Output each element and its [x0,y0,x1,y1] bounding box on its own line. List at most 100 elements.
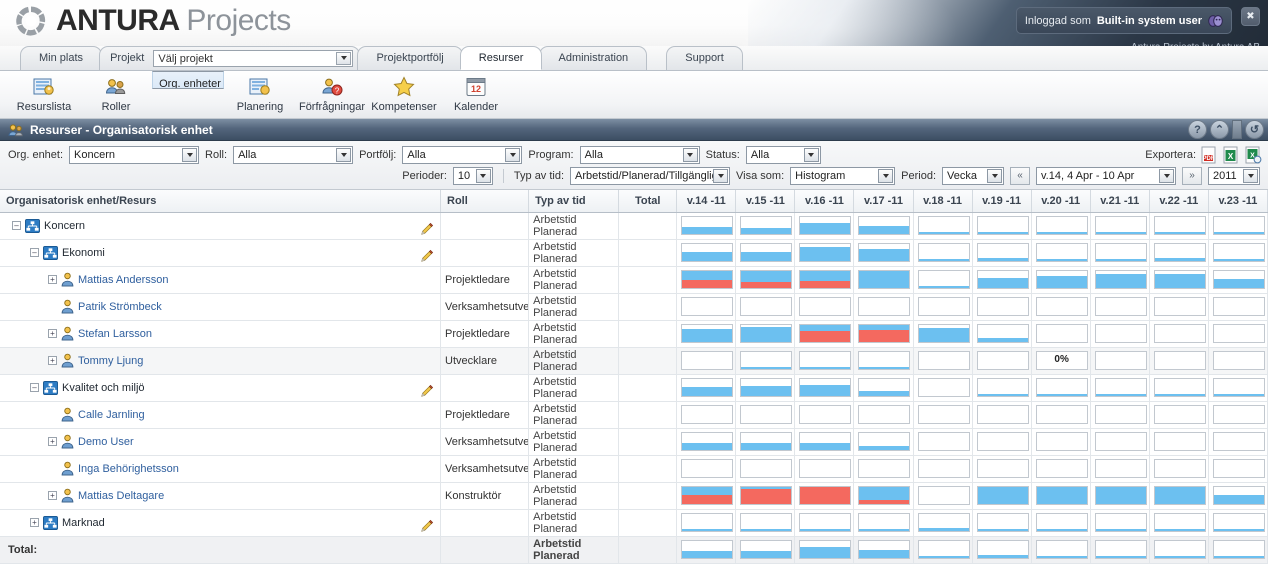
resource-link[interactable]: Tommy Ljung [78,355,143,367]
histogram-cell[interactable] [913,482,973,510]
chevron-down-icon[interactable] [1159,168,1174,183]
table-row[interactable]: – Koncern Arbetstid Planerad [0,212,1268,240]
edit-pencil-icon[interactable] [420,519,434,533]
toolbar-item-kompetenser[interactable]: Kompetenser [368,71,440,118]
histogram-cell[interactable] [1090,266,1150,294]
col-header-week-7[interactable]: v.21 -11 [1090,190,1150,213]
histogram-cell[interactable]: 0% [1031,347,1091,375]
next-period-button[interactable]: » [1182,166,1202,185]
histogram-cell[interactable] [735,536,796,564]
collapse-node-icon[interactable]: – [30,383,39,392]
histogram-cell[interactable] [1090,347,1150,375]
expand-node-icon[interactable]: + [48,491,57,500]
histogram-cell[interactable] [735,482,796,510]
table-row[interactable]: Patrik Strömbeck VerksamhetsutvecklareArb… [0,293,1268,321]
histogram-cell[interactable] [794,320,855,348]
histogram-cell[interactable] [676,320,737,348]
col-header-week-0[interactable]: v.14 -11 [676,190,737,213]
histogram-cell[interactable] [1149,428,1209,456]
tab-resurser[interactable]: Resurser [459,46,543,70]
histogram-cell[interactable] [1149,266,1209,294]
col-header-week-8[interactable]: v.22 -11 [1149,190,1209,213]
histogram-cell[interactable] [1208,320,1268,348]
program-filter-select[interactable]: Alla [579,145,700,164]
histogram-cell[interactable] [1149,482,1209,510]
table-row[interactable]: + Tommy Ljung Utvecklare Arbetstid Planerad 0… [0,347,1268,375]
histogram-cell[interactable] [913,509,973,537]
table-row[interactable]: – Kvalitet och miljö Arbetstid Planerad [0,374,1268,402]
histogram-cell[interactable] [735,293,796,321]
histogram-cell[interactable] [1031,401,1091,429]
collapse-button[interactable]: ⌃ [1210,120,1229,139]
histogram-cell[interactable] [913,401,973,429]
histogram-cell[interactable] [853,401,914,429]
histogram-cell[interactable] [794,266,855,294]
histogram-cell[interactable] [1208,293,1268,321]
table-row[interactable]: + Mattias Andersson Projektledare Arbetstid… [0,266,1268,294]
histogram-cell[interactable] [676,428,737,456]
toolbar-item-org-enheter[interactable]: Org. enheter [152,71,224,89]
table-row[interactable]: + Mattias Deltagare Konstruktör Arbetstid Pl… [0,482,1268,510]
chevron-down-icon[interactable] [182,147,198,162]
histogram-cell[interactable] [735,320,796,348]
export-excel-icon[interactable]: X [1222,146,1240,164]
histogram-cell[interactable] [676,374,737,402]
histogram-cell[interactable] [794,509,855,537]
histogram-cell[interactable] [676,347,737,375]
histogram-cell[interactable] [853,320,914,348]
chevron-down-icon[interactable] [475,168,491,183]
histogram-cell[interactable] [735,455,796,483]
toolbar-item-kalender[interactable]: 12 Kalender [440,71,512,118]
close-session-button[interactable]: ✖ [1241,7,1260,26]
histogram-cell[interactable] [1208,455,1268,483]
histogram-cell[interactable] [1090,428,1150,456]
col-header-week-4[interactable]: v.18 -11 [913,190,973,213]
histogram-cell[interactable] [1090,509,1150,537]
histogram-cell[interactable] [676,401,737,429]
histogram-cell[interactable] [1149,212,1209,240]
histogram-cell[interactable] [735,428,796,456]
histogram-cell[interactable] [913,428,973,456]
toolbar-item-roller[interactable]: Roller [80,71,152,118]
histogram-cell[interactable] [1149,293,1209,321]
chevron-down-icon[interactable] [1243,168,1258,183]
histogram-cell[interactable] [972,509,1032,537]
expand-node-icon[interactable]: + [48,329,57,338]
histogram-cell[interactable] [1149,536,1209,564]
table-row[interactable]: + Marknad Arbetstid Planerad [0,509,1268,537]
histogram-cell[interactable] [853,212,914,240]
histogram-cell[interactable] [1149,347,1209,375]
histogram-cell[interactable] [1149,374,1209,402]
expand-node-icon[interactable]: + [30,518,39,527]
histogram-cell[interactable] [676,212,737,240]
col-header-total[interactable]: Total [618,190,678,213]
expand-node-icon[interactable]: + [48,437,57,446]
table-row[interactable]: – Ekonomi Arbetstid Planerad [0,239,1268,267]
histogram-cell[interactable] [1208,536,1268,564]
histogram-cell[interactable] [913,293,973,321]
histogram-cell[interactable] [794,482,855,510]
status-filter-select[interactable]: Alla [745,145,821,164]
edit-pencil-icon[interactable] [420,384,434,398]
masks-icon[interactable] [1208,14,1223,28]
histogram-cell[interactable] [853,428,914,456]
tab-min-plats[interactable]: Min plats [20,46,103,70]
histogram-cell[interactable] [853,266,914,294]
histogram-cell[interactable] [735,374,796,402]
resource-link[interactable]: Stefan Larsson [78,328,152,340]
help-button[interactable]: ? [1188,120,1207,139]
export-pdf-icon[interactable]: PDF [1200,146,1218,164]
histogram-cell[interactable] [735,239,796,267]
histogram-cell[interactable] [1090,482,1150,510]
histogram-cell[interactable] [1031,212,1091,240]
histogram-cell[interactable] [853,347,914,375]
chevron-down-icon[interactable] [878,168,894,183]
histogram-cell[interactable] [1090,455,1150,483]
expand-node-icon[interactable]: + [48,275,57,284]
histogram-cell[interactable] [676,266,737,294]
resource-link[interactable]: Calle Jarnling [78,409,145,421]
timetype-select[interactable]: Arbetstid/Planerad/Tillgänglig [570,166,731,185]
periods-select[interactable]: 10 [452,166,493,185]
histogram-cell[interactable] [735,266,796,294]
table-row[interactable]: + Demo User VerksamhetsutvecklareArbetstid… [0,428,1268,456]
